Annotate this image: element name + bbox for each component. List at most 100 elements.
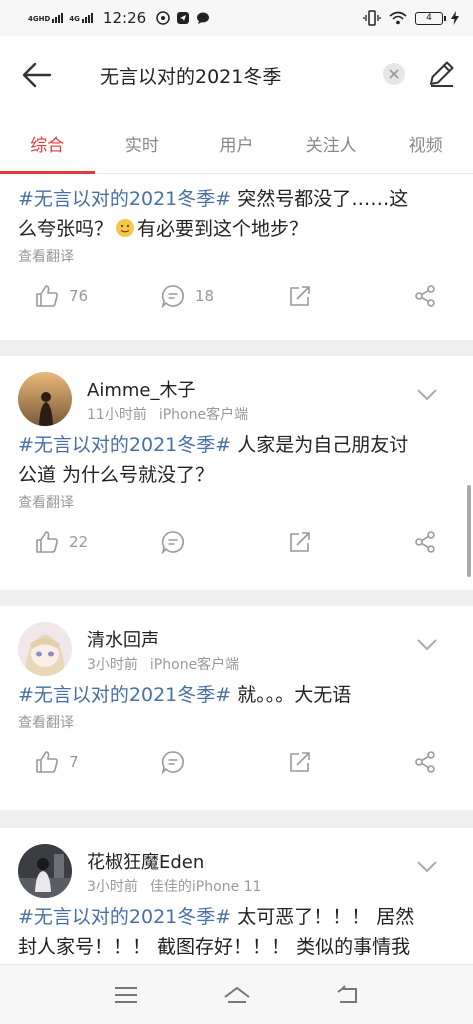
- thumbs-up-icon: [36, 531, 58, 553]
- post-actions: 7: [0, 732, 473, 794]
- back-arrow-icon[interactable]: [20, 58, 54, 92]
- search-results-feed[interactable]: #无言以对的2021冬季# 突然号都没了……这 么夸张吗？ 有必要到这个地步？ 查…: [0, 174, 473, 964]
- edit-pencil-icon[interactable]: [427, 58, 457, 88]
- network-type-label: 4GHD: [28, 15, 51, 23]
- post-text-line: 突然号都没了……这: [231, 188, 409, 210]
- post-text[interactable]: #无言以对的2021冬季# 突然号都没了……这 么夸张吗？ 有必要到这个地步？: [0, 174, 473, 244]
- share-button[interactable]: [413, 284, 437, 308]
- tab-realtime[interactable]: 实时: [95, 112, 190, 173]
- cellular-signal-icon-2: 4G: [69, 13, 93, 23]
- post-text-line: 公道 为什么号就没了？: [18, 464, 215, 486]
- post-text-line: 人家是为自己朋友讨: [231, 434, 409, 456]
- post-meta: 11小时前 iPhone客户端: [87, 404, 248, 424]
- avatar-image: [18, 372, 72, 426]
- menu-icon[interactable]: [112, 983, 140, 1007]
- post-actions: 76 18: [0, 266, 473, 328]
- like-button[interactable]: 7: [35, 750, 79, 774]
- avatar[interactable]: [18, 844, 72, 898]
- hashtag-link[interactable]: #无言以对的2021冬季#: [18, 434, 231, 456]
- cellular-signal-icon: 4GHD: [28, 13, 64, 23]
- clear-search-button[interactable]: [383, 63, 405, 85]
- share-button[interactable]: [413, 750, 437, 774]
- battery-level: 4: [426, 13, 432, 23]
- tab-users[interactable]: 用户: [189, 112, 284, 173]
- search-query[interactable]: 无言以对的2021冬季: [100, 62, 281, 89]
- hashtag-link[interactable]: #无言以对的2021冬季#: [18, 188, 231, 210]
- vibrate-icon: [363, 10, 381, 26]
- comment-button[interactable]: [161, 750, 185, 774]
- comment-button[interactable]: 18: [161, 284, 214, 308]
- system-nav-bar: [0, 964, 473, 1024]
- message-icon: [197, 12, 210, 24]
- battery-icon: 4: [415, 11, 446, 25]
- like-button[interactable]: 22: [35, 530, 88, 554]
- like-button[interactable]: 76: [35, 284, 88, 308]
- comment-icon: [161, 751, 184, 774]
- share-icon: [415, 531, 435, 553]
- translate-link[interactable]: 查看翻译: [0, 710, 473, 732]
- post-meta: 3小时前 佳佳的iPhone 11: [87, 876, 261, 896]
- post-source: 佳佳的iPhone 11: [149, 879, 262, 895]
- wifi-icon: [389, 11, 407, 25]
- post-text-line: 就。。。大无语: [231, 684, 352, 706]
- repost-button[interactable]: [288, 750, 312, 774]
- translate-link[interactable]: 查看翻译: [0, 490, 473, 512]
- tab-following[interactable]: 关注人: [284, 112, 379, 173]
- tab-bar: 综合 实时 用户 关注人 视频: [0, 112, 473, 174]
- tab-comprehensive[interactable]: 综合: [0, 112, 95, 174]
- post-source: iPhone客户端: [149, 657, 240, 673]
- post-text-line: 封人家号！！！ 截图存好！！！ 类似的事情我: [18, 936, 411, 958]
- post-text-line: 有必要到这个地步？: [137, 218, 309, 240]
- app-notification-icon: [156, 11, 170, 25]
- comment-icon: [161, 285, 184, 308]
- home-icon[interactable]: [223, 983, 251, 1007]
- post-meta: 3小时前 iPhone客户端: [87, 654, 239, 674]
- post-time: 11小时前: [87, 407, 147, 423]
- chevron-down-icon[interactable]: [416, 388, 438, 402]
- comment-icon: [161, 531, 184, 554]
- avatar-image: [18, 844, 72, 898]
- repost-icon: [290, 532, 310, 552]
- share-icon: [415, 285, 435, 307]
- search-header: 无言以对的2021冬季: [0, 36, 473, 112]
- share-icon: [415, 751, 435, 773]
- chevron-down-icon[interactable]: [416, 638, 438, 652]
- repost-button[interactable]: [288, 530, 312, 554]
- comment-count: 18: [195, 287, 215, 305]
- post-card[interactable]: #无言以对的2021冬季# 突然号都没了……这 么夸张吗？ 有必要到这个地步？ 查…: [0, 174, 473, 340]
- like-count: 7: [69, 753, 79, 771]
- avatar[interactable]: [18, 622, 72, 676]
- post-card[interactable]: 清水回声 3小时前 iPhone客户端 #无言以对的2021冬季# 就。。。大无语…: [0, 606, 473, 810]
- scrollbar[interactable]: [467, 485, 471, 577]
- thumbs-up-icon: [36, 751, 58, 773]
- repost-button[interactable]: [288, 284, 312, 308]
- close-icon: [389, 69, 399, 79]
- post-text-line: 太可恶了！！！ 居然: [231, 906, 415, 928]
- hashtag-link[interactable]: #无言以对的2021冬季#: [18, 684, 231, 706]
- back-nav-icon[interactable]: [334, 983, 362, 1007]
- avatar[interactable]: [18, 372, 72, 426]
- repost-icon: [290, 752, 310, 772]
- avatar-image: [18, 622, 72, 676]
- post-source: iPhone客户端: [158, 407, 249, 423]
- translate-link[interactable]: 查看翻译: [0, 244, 473, 266]
- post-text[interactable]: #无言以对的2021冬季# 就。。。大无语: [0, 678, 473, 710]
- post-text-line: 么夸张吗？: [18, 218, 114, 240]
- post-card[interactable]: 花椒狂魔Eden 3小时前 佳佳的iPhone 11 #无言以对的2021冬季# …: [0, 828, 473, 964]
- username[interactable]: 清水回声: [87, 626, 159, 652]
- post-text[interactable]: #无言以对的2021冬季# 太可恶了！！！ 居然 封人家号！！！ 截图存好！！！…: [0, 900, 473, 962]
- smile-emoji-icon: [116, 219, 135, 237]
- hashtag-link[interactable]: #无言以对的2021冬季#: [18, 906, 231, 928]
- comment-button[interactable]: [161, 530, 185, 554]
- share-button[interactable]: [413, 530, 437, 554]
- post-card[interactable]: Aimme_木子 11小时前 iPhone客户端 #无言以对的2021冬季# 人家…: [0, 356, 473, 590]
- post-text[interactable]: #无言以对的2021冬季# 人家是为自己朋友讨 公道 为什么号就没了？: [0, 428, 473, 490]
- post-time: 3小时前: [87, 657, 138, 673]
- like-count: 76: [69, 287, 89, 305]
- network-type-label-2: 4G: [69, 15, 80, 23]
- username[interactable]: 花椒狂魔Eden: [87, 848, 204, 874]
- telegram-icon: [177, 12, 190, 24]
- chevron-down-icon[interactable]: [416, 860, 438, 874]
- username[interactable]: Aimme_木子: [87, 376, 195, 402]
- tab-video[interactable]: 视频: [378, 112, 473, 173]
